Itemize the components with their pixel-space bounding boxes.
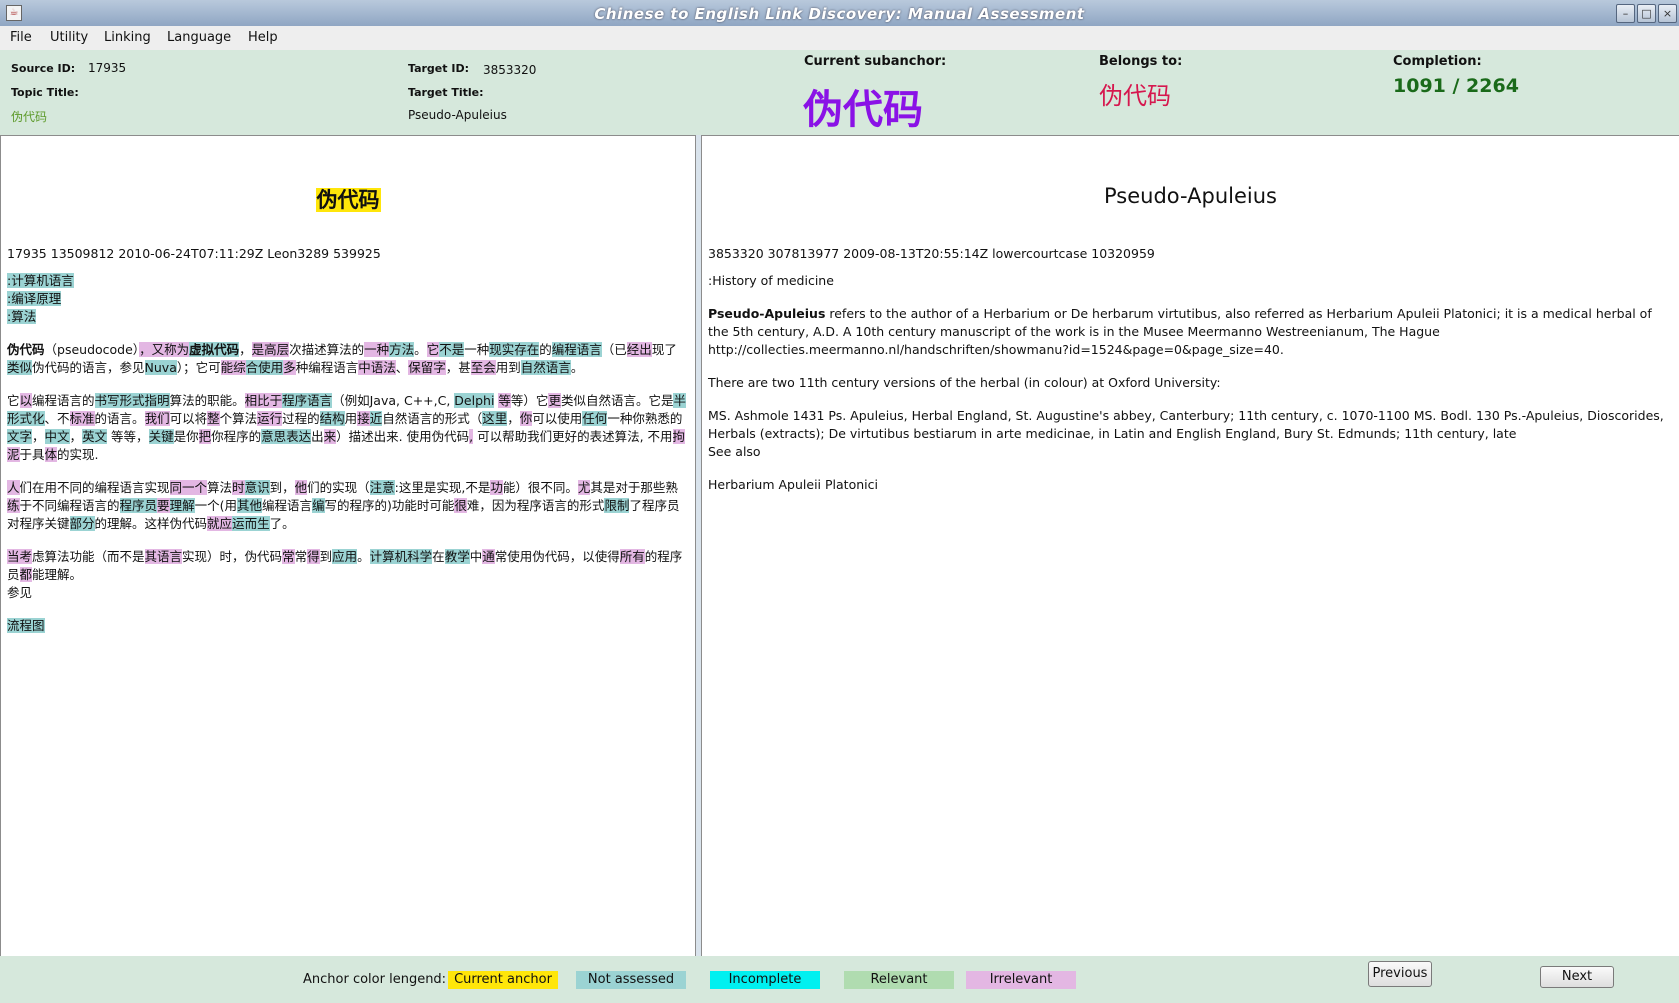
window-title: Chinese to English Link Discovery: Manua… bbox=[594, 5, 1085, 23]
legend-relevant: Relevant bbox=[844, 971, 954, 989]
target-doc-body: :History of medicine Pseudo-Apuleius ref… bbox=[708, 272, 1673, 509]
source-doc-title: 伪代码 bbox=[315, 188, 381, 212]
target-id-value: 3853320 bbox=[483, 63, 537, 77]
source-paragraph: 当考虑算法功能（而不是其语言实现）时，伪代码常常得到应用。计算机科学在教学中通常… bbox=[7, 549, 683, 582]
close-icon[interactable]: × bbox=[1658, 4, 1677, 23]
legend-bar: Anchor color lengend: Current anchor Not… bbox=[0, 956, 1679, 1003]
source-doc-categories: :计算机语言 :编译原理 :算法 bbox=[7, 272, 689, 326]
source-doc-meta: 17935 13509812 2010-06-24T07:11:29Z Leon… bbox=[7, 246, 381, 261]
source-paragraph: 伪代码（pseudocode），又称为虚拟代码，是高层次描述算法的一种方法。它不… bbox=[7, 342, 677, 375]
menu-utility[interactable]: Utility bbox=[50, 30, 88, 45]
menu-file[interactable]: File bbox=[10, 30, 32, 45]
belongs-label: Belongs to: bbox=[1099, 54, 1183, 69]
target-document-pane[interactable]: Pseudo-Apuleius 3853320 307813977 2009-0… bbox=[701, 135, 1679, 958]
source-id-label: Source ID: bbox=[11, 62, 76, 75]
see-also-link[interactable]: 流程图 bbox=[7, 618, 45, 633]
window-titlebar: ☕ Chinese to English Link Discovery: Man… bbox=[0, 0, 1679, 27]
target-doc-title: Pseudo-Apuleius bbox=[1104, 184, 1277, 208]
topic-title-label: Topic Title: bbox=[11, 86, 79, 99]
category-item[interactable]: :计算机语言 bbox=[7, 273, 74, 288]
target-link[interactable]: Herbarium Apuleii Platonici bbox=[708, 476, 1673, 494]
belongs-value: 伪代码 bbox=[1099, 82, 1171, 110]
category-item[interactable]: :算法 bbox=[7, 309, 37, 324]
target-paragraph: MS. Ashmole 1431 Ps. Apuleius, Herbal En… bbox=[708, 408, 1664, 441]
target-id-label: Target ID: bbox=[408, 62, 469, 75]
category-item[interactable]: :编译原理 bbox=[7, 291, 62, 306]
next-button[interactable]: Next bbox=[1540, 966, 1614, 988]
completion-label: Completion: bbox=[1393, 54, 1482, 69]
info-panel: Source ID: 17935 Topic Title: 伪代码 Target… bbox=[0, 50, 1679, 135]
subanchor-label: Current subanchor: bbox=[804, 54, 947, 69]
source-paragraph: 人们在用不同的编程语言实现同一个算法时意识到，他们的实现（注意:这里是实现,不是… bbox=[7, 480, 680, 531]
minimize-icon[interactable]: – bbox=[1616, 4, 1635, 23]
target-paragraph: There are two 11th century versions of t… bbox=[708, 375, 1221, 390]
source-paragraph: 它以编程语言的书写形式指明算法的职能。相比于程序语言（例如Java, C++,C… bbox=[7, 393, 686, 462]
topic-title-value: 伪代码 bbox=[11, 110, 48, 124]
subanchor-value: 伪代码 bbox=[803, 87, 923, 133]
legend-label: Anchor color lengend: bbox=[303, 972, 447, 987]
legend-not-assessed: Not assessed bbox=[576, 971, 686, 989]
menubar: File Utility Linking Language Help bbox=[0, 26, 1679, 51]
legend-irrelevant: Irrelevant bbox=[966, 971, 1076, 989]
target-category: :History of medicine bbox=[708, 273, 834, 288]
legend-current-anchor: Current anchor bbox=[448, 971, 558, 989]
source-document-pane[interactable]: 伪代码 17935 13509812 2010-06-24T07:11:29Z … bbox=[0, 135, 696, 958]
target-doc-meta: 3853320 307813977 2009-08-13T20:55:14Z l… bbox=[708, 246, 1155, 261]
menu-help[interactable]: Help bbox=[248, 30, 278, 45]
see-also-label: 参见 bbox=[7, 585, 33, 600]
source-id-value: 17935 bbox=[88, 61, 127, 75]
target-title-label: Target Title: bbox=[408, 86, 484, 99]
legend-incomplete: Incomplete bbox=[710, 971, 820, 989]
maximize-icon[interactable]: □ bbox=[1637, 4, 1656, 23]
completion-value: 1091 / 2264 bbox=[1393, 75, 1519, 97]
target-paragraph: Pseudo-Apuleius refers to the author of … bbox=[708, 306, 1652, 357]
target-title-value: Pseudo-Apuleius bbox=[408, 108, 507, 122]
source-doc-body: :计算机语言 :编译原理 :算法 伪代码（pseudocode），又称为虚拟代码… bbox=[7, 272, 689, 635]
menu-linking[interactable]: Linking bbox=[104, 30, 151, 45]
previous-button[interactable]: Previous bbox=[1368, 961, 1432, 987]
target-see-also: See also bbox=[708, 444, 761, 459]
menu-language[interactable]: Language bbox=[167, 30, 231, 45]
